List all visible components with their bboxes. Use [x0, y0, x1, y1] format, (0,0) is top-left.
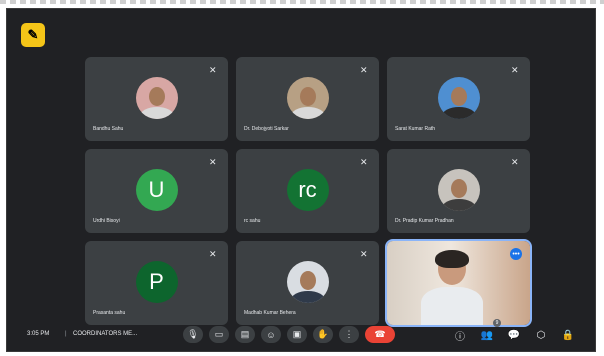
- avatar: U: [135, 169, 178, 211]
- meet-window: ✎ ✕ Bandhu Sahu ✕ Dr. Debojyoti Sarkar ✕…: [6, 8, 596, 352]
- participant-tile[interactable]: ✕ P Prasanta sahu: [85, 241, 228, 325]
- emoji-icon[interactable]: ☺: [261, 326, 281, 343]
- people-count-badge: 9: [493, 319, 501, 327]
- window-top-edge: [0, 0, 604, 4]
- meet-logo-icon[interactable]: ✎: [21, 23, 45, 47]
- participant-tile[interactable]: ✕ Sarat Kumar Rath: [387, 57, 530, 141]
- avatar: [286, 261, 329, 303]
- participant-name: Sarat Kumar Rath: [395, 126, 436, 132]
- participant-tile[interactable]: ✕ Dr. Pradip Kumar Pradhan: [387, 149, 530, 233]
- end-call-icon[interactable]: ☎: [365, 326, 395, 343]
- mic-off-icon: ✕: [360, 249, 368, 259]
- avatar: [286, 77, 329, 119]
- mic-off-icon: ✕: [511, 65, 519, 75]
- self-video-tile[interactable]: •••: [387, 241, 530, 325]
- avatar-initial: U: [148, 177, 165, 202]
- participant-tile[interactable]: ✕ Dr. Debojyoti Sarkar: [236, 57, 379, 141]
- info-icon[interactable]: ⓘ: [452, 327, 468, 343]
- mic-off-icon: ✕: [511, 157, 519, 167]
- avatar: rc: [286, 169, 329, 211]
- camera-icon[interactable]: ▭: [209, 326, 229, 343]
- chat-icon[interactable]: 💬: [506, 327, 522, 343]
- participant-name: rc sahu: [244, 218, 261, 224]
- participant-tile[interactable]: ✕ U Urdhi Bisoyi: [85, 149, 228, 233]
- avatar: [437, 169, 480, 211]
- participant-tile[interactable]: ✕ Bandhu Sahu: [85, 57, 228, 141]
- avatar: P: [135, 261, 178, 303]
- mic-off-icon: ✕: [209, 249, 217, 259]
- audio-level-icon: •••: [510, 248, 522, 260]
- avatar: [135, 77, 178, 119]
- meeting-toolbar: 3:05 PM | COORDINATORS ME... 🎙 ▭ ▤ ☺ ▣ ✋…: [7, 317, 595, 351]
- people-icon[interactable]: 👥: [479, 327, 495, 343]
- mic-icon[interactable]: 🎙: [183, 326, 203, 343]
- captions-icon[interactable]: ▤: [235, 326, 255, 343]
- raise-hand-icon[interactable]: ✋: [313, 326, 333, 343]
- participant-tile[interactable]: ✕ rc rc sahu: [236, 149, 379, 233]
- participant-name: Dr. Debojyoti Sarkar: [244, 126, 289, 132]
- avatar: [437, 77, 480, 119]
- clock-time: 3:05 PM: [27, 331, 50, 337]
- participant-name: Madhab Kumar Behera: [244, 310, 296, 316]
- activities-icon[interactable]: ⬡: [533, 327, 549, 343]
- more-icon[interactable]: ⋮: [339, 326, 359, 343]
- participant-name: Dr. Pradip Kumar Pradhan: [395, 218, 454, 224]
- mic-off-icon: ✕: [360, 65, 368, 75]
- avatar-initial: rc: [298, 177, 317, 202]
- mic-off-icon: ✕: [209, 157, 217, 167]
- participant-name: Urdhi Bisoyi: [93, 218, 120, 224]
- self-video-person: [421, 250, 483, 325]
- participant-name: Bandhu Sahu: [93, 126, 124, 132]
- avatar-initial: P: [149, 269, 164, 294]
- toolbar-separator: |: [65, 331, 67, 337]
- mic-off-icon: ✕: [360, 157, 368, 167]
- lock-icon[interactable]: 🔒: [560, 327, 576, 343]
- present-icon[interactable]: ▣: [287, 326, 307, 343]
- mic-off-icon: ✕: [209, 65, 217, 75]
- participant-name: Prasanta sahu: [93, 310, 126, 316]
- participant-tile[interactable]: ✕ Madhab Kumar Behera: [236, 241, 379, 325]
- meeting-title: COORDINATORS ME...: [73, 331, 138, 337]
